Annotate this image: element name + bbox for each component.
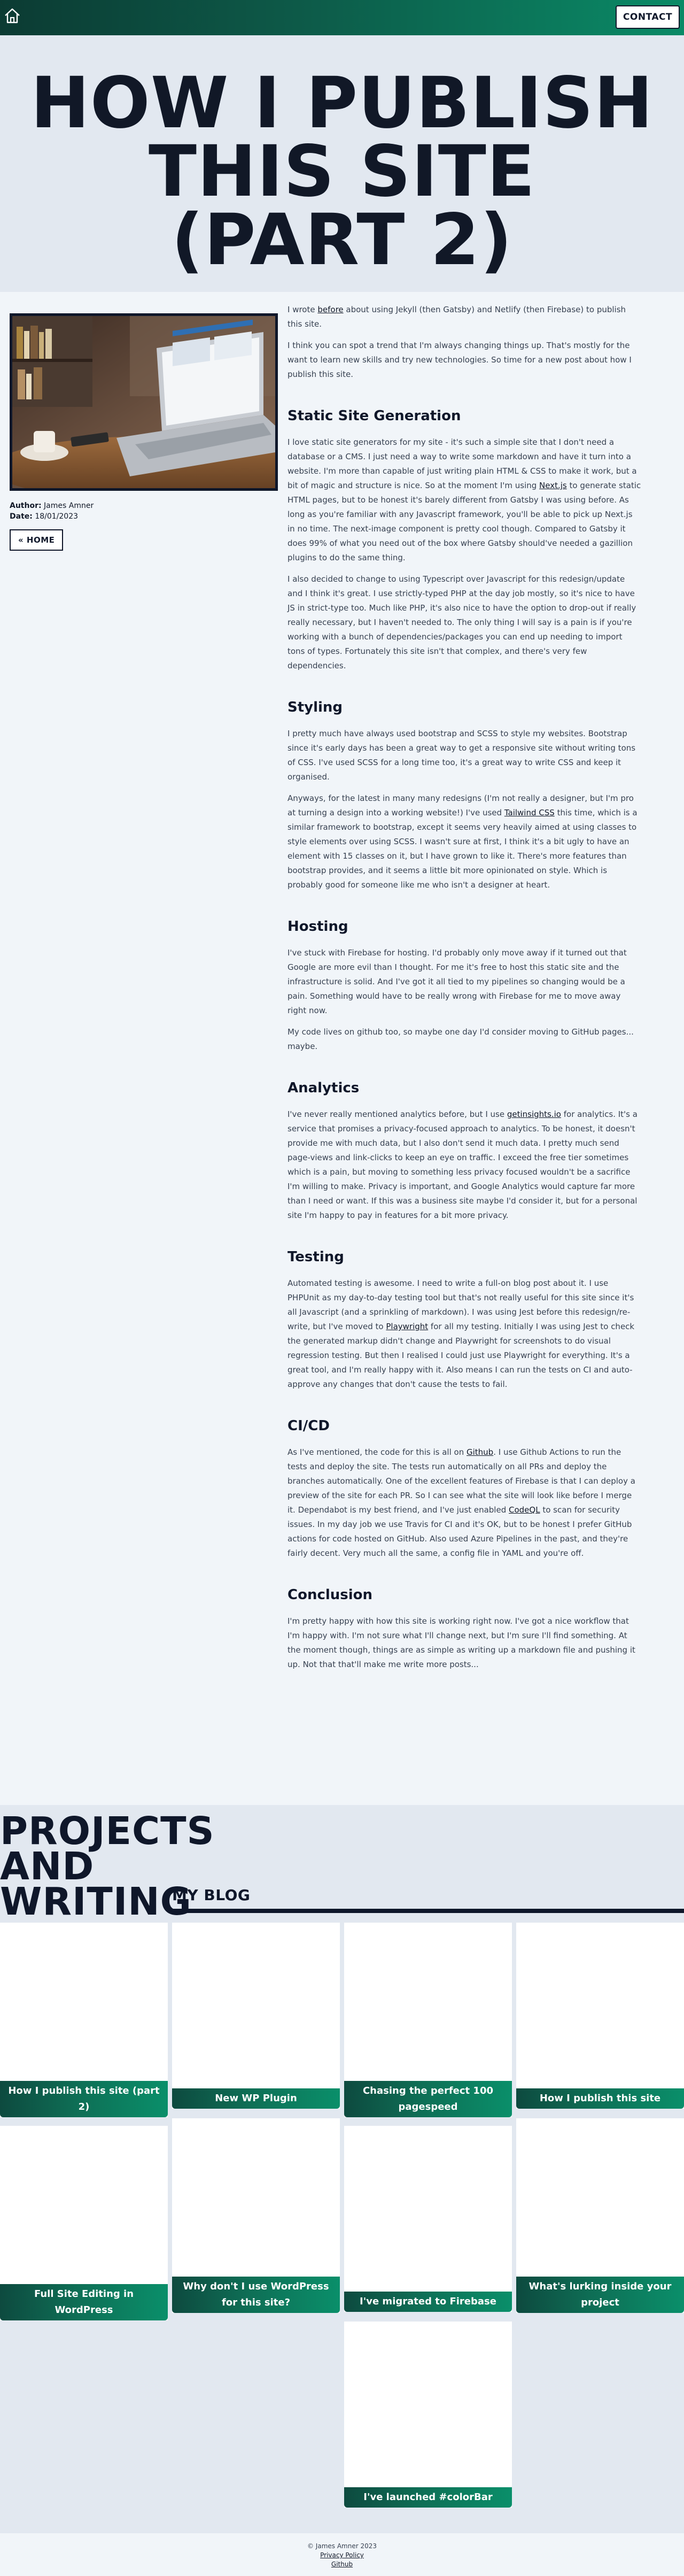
section-heading-testing: Testing xyxy=(287,1249,344,1265)
author-line: Author: James Amner xyxy=(10,500,278,511)
privacy-policy-link[interactable]: Privacy Policy xyxy=(0,2551,684,2560)
playwright-link[interactable]: Playwright xyxy=(386,1322,428,1331)
section-heading-styling: Styling xyxy=(287,699,343,715)
cicd-paragraph-1: As I've mentioned, the code for this is … xyxy=(287,1445,641,1561)
post-article: Author: James Amner Date: 18/01/2023 « H… xyxy=(0,292,684,1805)
tailwind-link[interactable]: Tailwind CSS xyxy=(504,808,555,817)
text: I wrote xyxy=(287,305,318,314)
blog-card-title: Chasing the perfect 100 pagespeed xyxy=(344,2081,512,2117)
ssg-paragraph-2: I also decided to change to using Typesc… xyxy=(287,574,636,670)
before-link[interactable]: before xyxy=(317,305,343,314)
blog-card-title: How I publish this site xyxy=(516,2088,684,2109)
post-content: I wrote before about using Jekyll (then … xyxy=(287,303,641,1672)
photo-illustration xyxy=(12,316,275,488)
text: As I've mentioned, the code for this is … xyxy=(287,1447,467,1457)
blog-card-title: What's lurking inside your project xyxy=(516,2277,684,2313)
date-label: Date: xyxy=(10,512,33,521)
text: this time, which is a similar framework … xyxy=(287,808,638,890)
section-heading-conclusion: Conclusion xyxy=(287,1587,373,1603)
testing-paragraph-1: Automated testing is awesome. I need to … xyxy=(287,1276,641,1392)
blog-card[interactable]: New WP Plugin xyxy=(172,1923,340,2109)
hero: HOW I PUBLISH THIS SITE (PART 2) xyxy=(0,35,684,292)
date-line: Date: 18/01/2023 xyxy=(10,511,278,522)
blog-card[interactable]: Chasing the perfect 100 pagespeed xyxy=(344,1923,512,2117)
blog-card-title: Why don't I use WordPress for this site? xyxy=(172,2277,340,2313)
blog-card-title: I've migrated to Firebase xyxy=(344,2292,512,2312)
copyright: © James Amner 2023 xyxy=(307,2542,377,2550)
site-header: CONTACT xyxy=(0,0,684,35)
home-button[interactable]: « HOME xyxy=(10,529,64,551)
intro-paragraph-2: I think you can spot a trend that I'm al… xyxy=(287,341,632,379)
section-heading-ssg: Static Site Generation xyxy=(287,408,461,424)
blog-card[interactable]: How I publish this site xyxy=(516,1923,684,2109)
hosting-paragraph-1: I've stuck with Firebase for hosting. I'… xyxy=(287,948,627,1015)
codeql-link[interactable]: CodeQL xyxy=(509,1505,540,1515)
styling-paragraph-2: Anyways, for the latest in many many red… xyxy=(287,791,641,892)
analytics-paragraph-1: I've never really mentioned analytics be… xyxy=(287,1107,641,1223)
contact-button[interactable]: CONTACT xyxy=(616,5,680,29)
github-footer-link[interactable]: Github xyxy=(0,2560,684,2569)
post-sidebar: Author: James Amner Date: 18/01/2023 « H… xyxy=(10,313,278,551)
text: I've never really mentioned analytics be… xyxy=(287,1109,507,1119)
blog-card[interactable]: I've migrated to Firebase xyxy=(344,2126,512,2312)
blog-card[interactable]: I've launched #colorBar xyxy=(344,2322,512,2508)
hosting-paragraph-2: My code lives on github too, so maybe on… xyxy=(287,1027,634,1051)
author-label: Author: xyxy=(10,502,42,510)
text: for analytics. It's a service that promi… xyxy=(287,1109,638,1220)
blog-card[interactable]: Full Site Editing in WordPress xyxy=(0,2126,168,2320)
github-link[interactable]: Github xyxy=(467,1447,493,1457)
intro-paragraph-1: I wrote before about using Jekyll (then … xyxy=(287,303,641,331)
blog-card-title: Full Site Editing in WordPress xyxy=(0,2284,168,2320)
ssg-paragraph-1: I love static site generators for my sit… xyxy=(287,435,641,565)
blog-card[interactable]: What's lurking inside your project xyxy=(516,2118,684,2313)
section-heading-cicd: CI/CD xyxy=(287,1418,330,1434)
blog-card-title: New WP Plugin xyxy=(172,2088,340,2109)
text: for all my testing. Initially I was usin… xyxy=(287,1322,635,1389)
author-name: James Amner xyxy=(44,502,94,510)
blog-card[interactable]: How I publish this site (part 2) xyxy=(0,1923,168,2117)
site-footer: © James Amner 2023 Privacy Policy Github xyxy=(0,2533,684,2576)
styling-paragraph-1: I pretty much have always used bootstrap… xyxy=(287,729,636,782)
nextjs-link[interactable]: Next.js xyxy=(539,481,567,490)
post-date: 18/01/2023 xyxy=(35,512,79,521)
blog-card-title: I've launched #colorBar xyxy=(344,2487,512,2508)
house-icon[interactable] xyxy=(3,7,21,25)
tab-underline xyxy=(172,1909,684,1913)
post-meta: Author: James Amner Date: 18/01/2023 xyxy=(10,500,278,522)
blog-card-title: How I publish this site (part 2) xyxy=(0,2081,168,2117)
text: to generate static HTML pages, but to be… xyxy=(287,481,641,562)
laptop-on-desk-photo xyxy=(10,313,278,491)
tab-my-blog[interactable]: MY BLOG xyxy=(172,1886,250,1904)
page-title: HOW I PUBLISH THIS SITE (PART 2) xyxy=(30,62,654,281)
conclusion-paragraph-1: I'm pretty happy with how this site is w… xyxy=(287,1616,635,1669)
getinsights-link[interactable]: getinsights.io xyxy=(507,1109,561,1119)
projects-section: PROJECTS AND WRITING MY BLOG How I publi… xyxy=(0,1805,684,2533)
section-heading-analytics: Analytics xyxy=(287,1080,360,1096)
section-heading-hosting: Hosting xyxy=(287,919,348,935)
blog-card[interactable]: Why don't I use WordPress for this site? xyxy=(172,2118,340,2313)
